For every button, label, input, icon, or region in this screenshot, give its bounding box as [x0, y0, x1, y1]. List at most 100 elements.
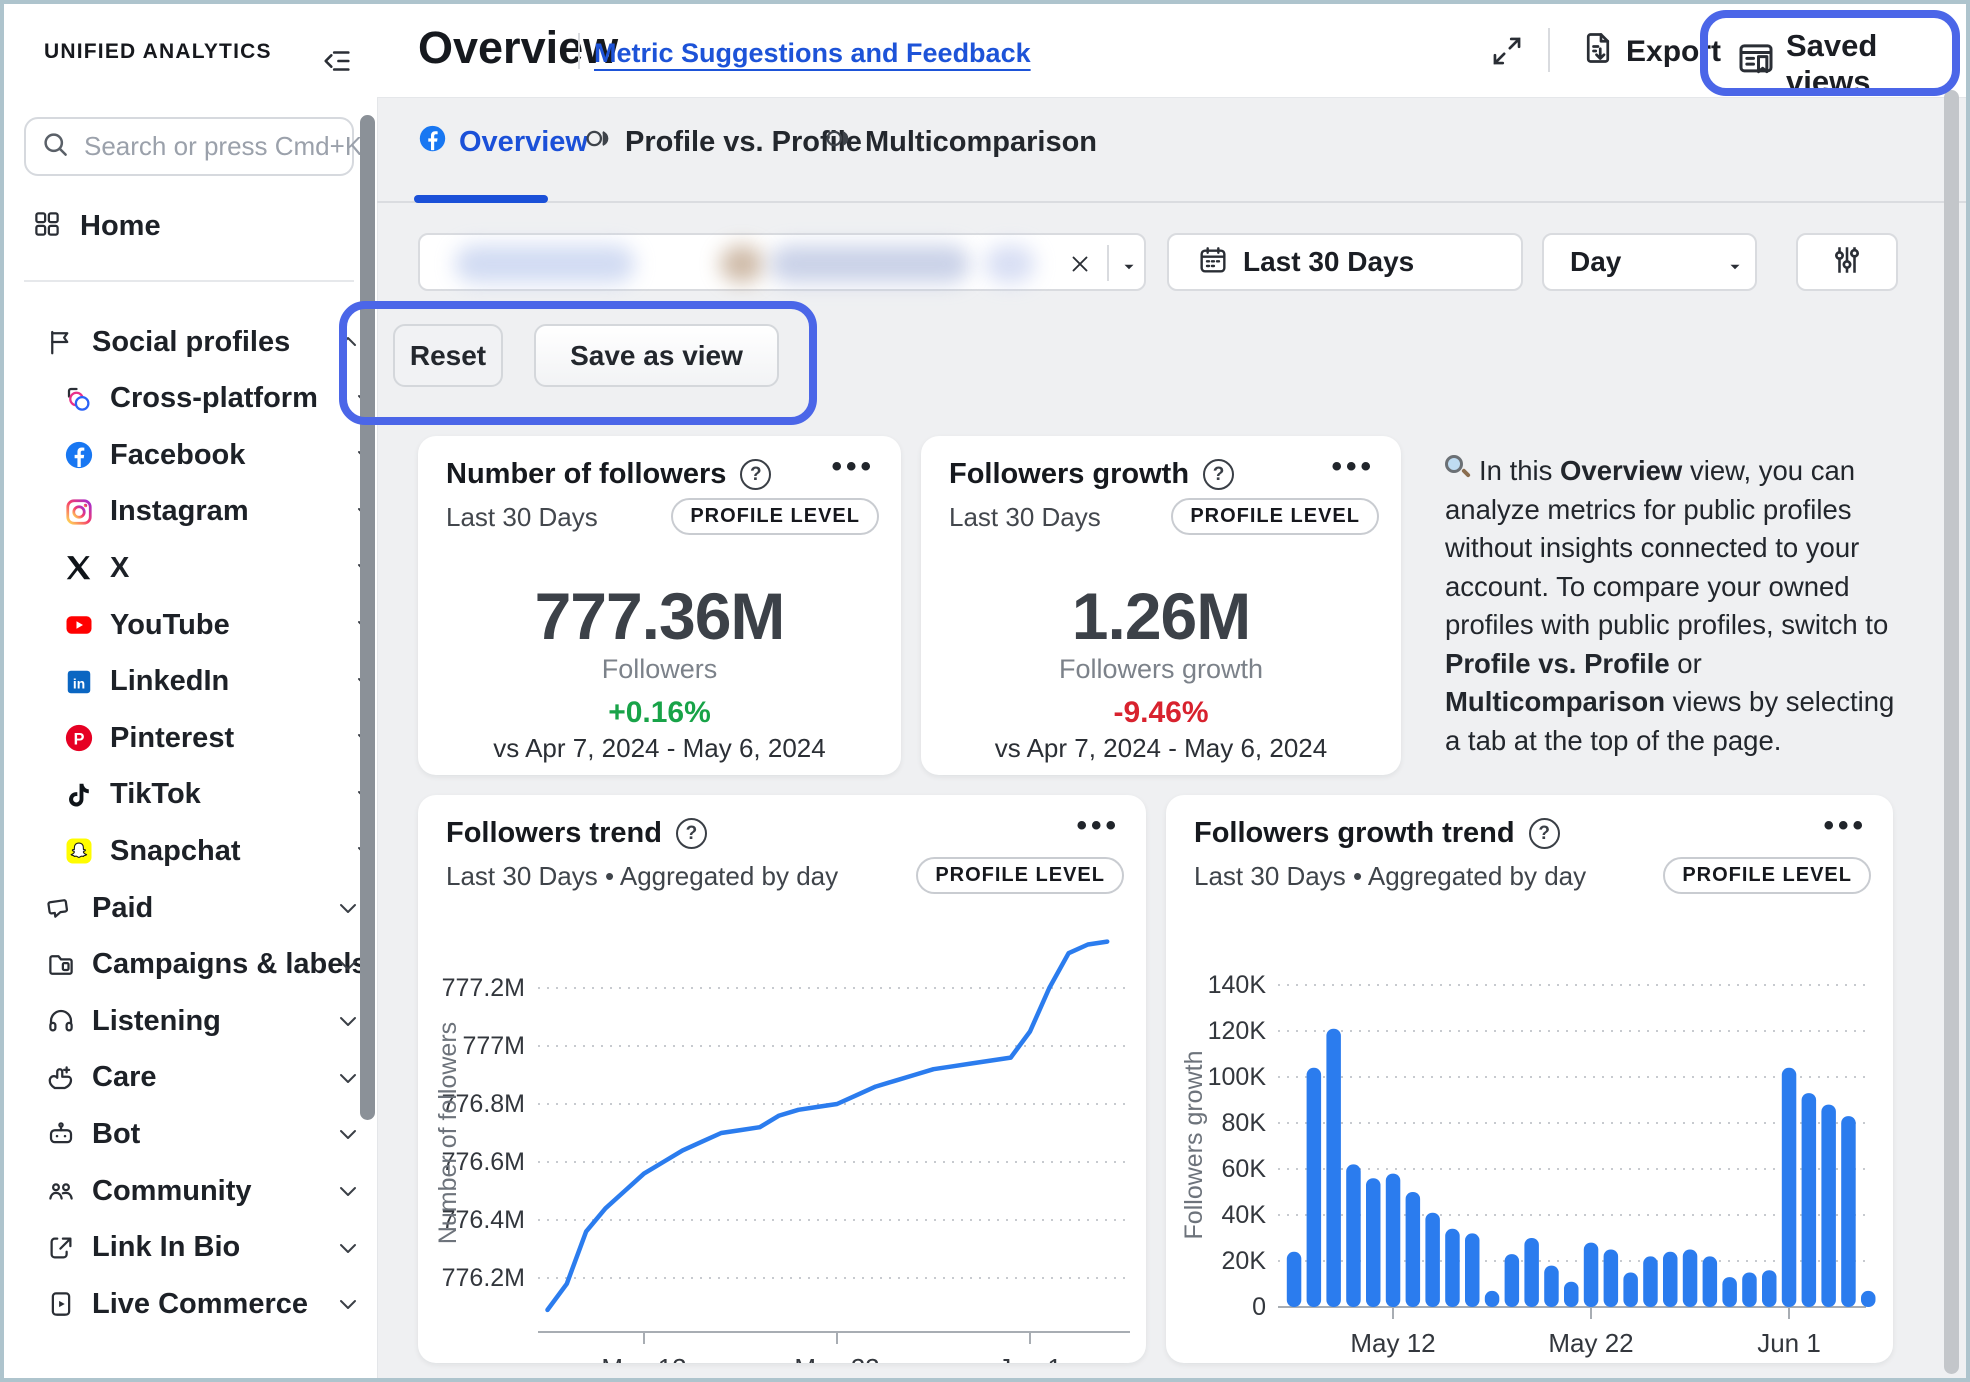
profile-selector[interactable]: [418, 233, 1146, 291]
sidebar-item-care[interactable]: Care: [4, 1052, 404, 1104]
sidebar: UNIFIED ANALYTICS Home Social profiles C…: [4, 4, 378, 1378]
expand-icon[interactable]: [1490, 34, 1524, 73]
sidebar-item-live-commerce[interactable]: Live Commerce: [4, 1278, 404, 1330]
flag-icon: [46, 327, 76, 357]
sidebar-item-label: Pinterest: [110, 722, 234, 755]
sidebar-divider: [24, 280, 354, 282]
page-scrollbar[interactable]: [1944, 90, 1959, 1374]
chevron-down-icon[interactable]: [1120, 258, 1138, 281]
sidebar-item-label: Cross-platform: [110, 382, 318, 415]
metric-suggestions-link[interactable]: Metric Suggestions and Feedback: [594, 38, 1031, 69]
sidebar-item-label: Listening: [92, 1005, 221, 1038]
svg-text:60K: 60K: [1222, 1155, 1267, 1183]
chevron-down-icon[interactable]: [336, 1122, 360, 1146]
svg-text:100K: 100K: [1208, 1063, 1267, 1091]
sidebar-item-label: YouTube: [110, 609, 230, 642]
svg-text:40K: 40K: [1222, 1201, 1267, 1229]
export-icon: [1580, 30, 1616, 74]
sidebar-item-home[interactable]: Home: [32, 209, 161, 244]
sidebar-item-label: Care: [92, 1061, 157, 1094]
chevron-down-icon[interactable]: [336, 1066, 360, 1090]
save-as-view-button[interactable]: Save as view: [534, 324, 779, 387]
chevron-down-icon[interactable]: [336, 953, 360, 977]
saved-views-button[interactable]: Saved views: [1736, 28, 1970, 100]
reset-button[interactable]: Reset: [393, 324, 503, 387]
svg-text:20K: 20K: [1222, 1247, 1267, 1275]
chevron-down-icon[interactable]: [336, 1179, 360, 1203]
granularity-value: Day: [1570, 246, 1621, 278]
sidebar-item-label: LinkedIn: [110, 665, 229, 698]
app-window: UNIFIED ANALYTICS Home Social profiles C…: [0, 0, 1970, 1382]
collapse-sidebar-icon[interactable]: [320, 44, 354, 74]
svg-text:May 12: May 12: [601, 1353, 686, 1363]
listening-icon: [46, 1006, 76, 1036]
chart-settings-button[interactable]: [1796, 233, 1898, 291]
sidebar-item-community[interactable]: Community: [4, 1165, 404, 1217]
tab-multicomparison[interactable]: Multicomparison: [824, 124, 1097, 161]
calendar-icon: [1197, 244, 1229, 281]
overview-info-text: In this Overview view, you can analyze m…: [1445, 452, 1903, 760]
profile-selector-divider: [1107, 245, 1109, 281]
livecommerce-icon: [46, 1289, 76, 1319]
kpi-title: Number of followers: [446, 458, 726, 491]
close-icon[interactable]: [1068, 252, 1092, 281]
kpi-title: Followers growth: [949, 458, 1189, 491]
date-range-picker[interactable]: Last 30 Days: [1167, 233, 1523, 291]
svg-text:140K: 140K: [1208, 971, 1267, 999]
sidebar-scrollbar[interactable]: [360, 115, 375, 1120]
granularity-dropdown[interactable]: Day: [1542, 233, 1757, 291]
sliders-icon: [1829, 242, 1865, 283]
chevron-down-icon[interactable]: [336, 896, 360, 920]
card-menu-icon[interactable]: •••: [831, 450, 875, 484]
chevron-down-icon[interactable]: [336, 1236, 360, 1260]
card-menu-icon[interactable]: •••: [1331, 450, 1375, 484]
tab-profile-vs-profile[interactable]: Profile vs. Profile: [584, 124, 862, 161]
sidebar-item-bot[interactable]: Bot: [4, 1108, 404, 1160]
sidebar-item-paid[interactable]: Paid: [4, 882, 404, 934]
search-box[interactable]: [24, 117, 354, 176]
sidebar-item-listening[interactable]: Listening: [4, 995, 404, 1047]
community-icon: [46, 1176, 76, 1206]
svg-text:777.2M: 777.2M: [442, 974, 525, 1002]
svg-text:120K: 120K: [1208, 1017, 1267, 1045]
sidebar-item-label: Facebook: [110, 439, 245, 472]
svg-text:Jun 1: Jun 1: [1757, 1328, 1821, 1358]
page-title: Overview: [418, 22, 618, 74]
x-icon: [64, 553, 94, 583]
magnifier-emoji-icon: [1445, 455, 1473, 483]
chevron-down-icon[interactable]: [336, 1292, 360, 1316]
sidebar-item-label: Instagram: [110, 495, 249, 528]
chevron-up-icon[interactable]: [336, 330, 360, 354]
svg-text:Number of followers: Number of followers: [434, 1022, 462, 1244]
tab-overview[interactable]: Overview: [418, 124, 588, 161]
tabbar-border: [377, 201, 1970, 203]
sidebar-item-label: Paid: [92, 892, 153, 925]
sidebar-item-social-profiles[interactable]: Social profiles: [4, 316, 404, 368]
export-button[interactable]: Export: [1580, 30, 1721, 74]
help-icon[interactable]: ?: [1203, 459, 1234, 490]
active-tab-underline: [414, 195, 548, 203]
svg-text:May 12: May 12: [1350, 1328, 1435, 1358]
kpi-value-label: Followers: [418, 654, 901, 685]
chevron-down-icon[interactable]: [336, 1009, 360, 1033]
sidebar-item-label: Community: [92, 1175, 252, 1208]
header-divider-2: [1548, 28, 1550, 72]
blurred-count-chip: [985, 245, 1035, 283]
blurred-profile-name: [770, 245, 970, 283]
sidebar-item-label: Bot: [92, 1118, 140, 1151]
kpi-period: Last 30 Days: [949, 502, 1101, 533]
chevron-down-icon: [1726, 258, 1744, 281]
home-grid-icon: [32, 209, 62, 244]
search-icon: [40, 129, 70, 164]
svg-text:0: 0: [1252, 1293, 1266, 1321]
export-label: Export: [1626, 35, 1721, 69]
kpi-period: Last 30 Days: [446, 502, 598, 533]
sidebar-item-label: Home: [80, 210, 161, 243]
sidebar-item-campaigns-labels[interactable]: Campaigns & labels: [4, 939, 404, 991]
sidebar-item-label: Live Commerce: [92, 1288, 308, 1321]
sidebar-item-link-in-bio[interactable]: Link In Bio: [4, 1222, 404, 1274]
app-logo: UNIFIED ANALYTICS: [44, 40, 272, 64]
help-icon[interactable]: ?: [740, 459, 771, 490]
kpi-comparison-period: vs Apr 7, 2024 - May 6, 2024: [418, 733, 901, 764]
cross-platform-icon: [64, 384, 94, 414]
